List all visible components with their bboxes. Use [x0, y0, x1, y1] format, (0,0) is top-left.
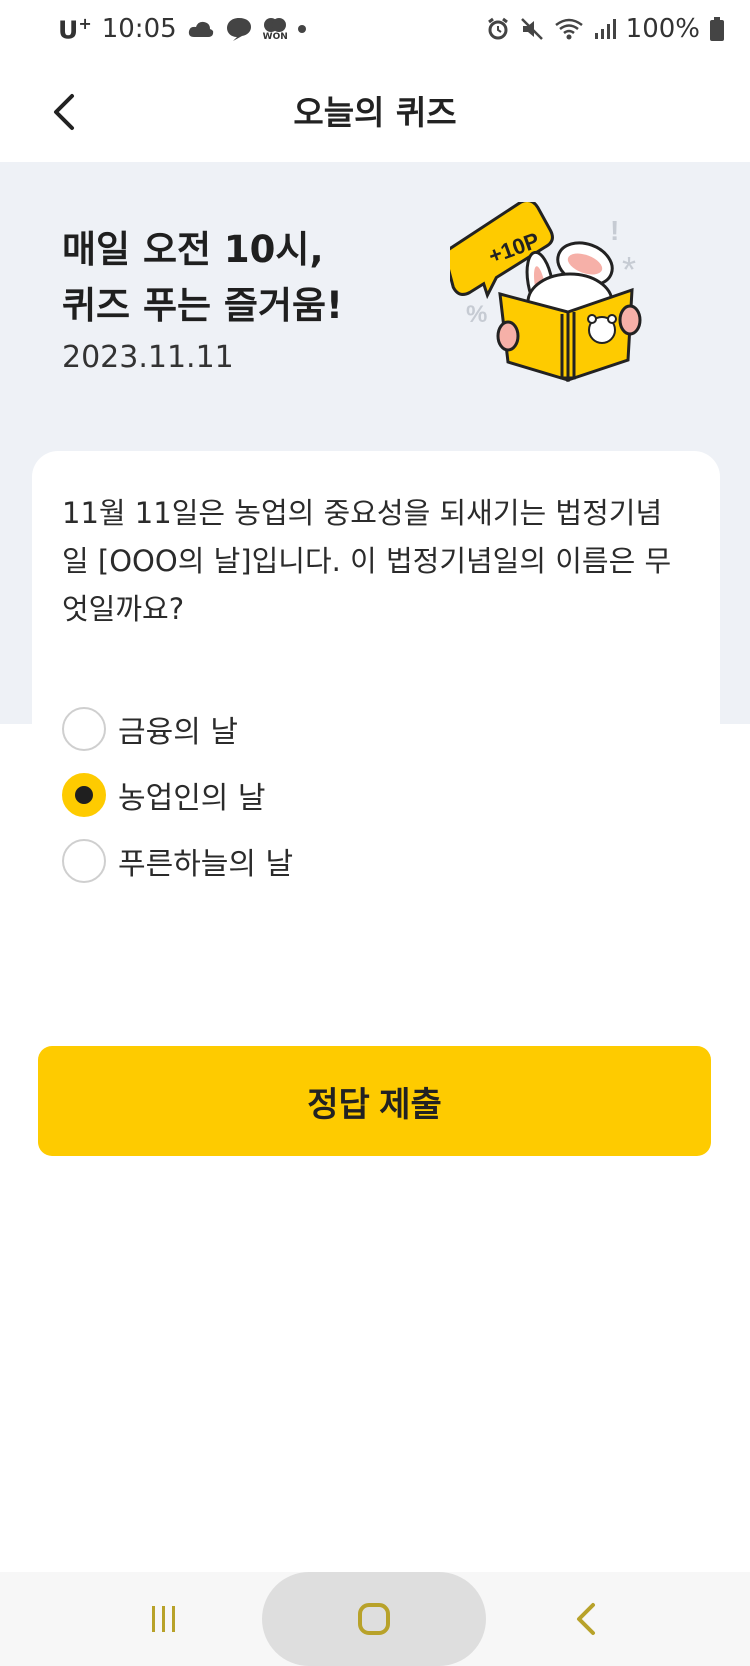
- wifi-icon: [554, 17, 584, 41]
- svg-text:!: !: [610, 215, 619, 246]
- recent-apps-icon: [152, 1606, 175, 1632]
- system-nav-bar: [0, 1572, 750, 1666]
- radio-button[interactable]: [62, 839, 106, 883]
- back-icon: [577, 1603, 595, 1635]
- alarm-icon: [486, 17, 510, 41]
- answer-option-1[interactable]: 금융의 날: [62, 696, 293, 762]
- signal-icon: [594, 18, 616, 40]
- svg-text:*: *: [622, 249, 636, 290]
- mute-icon: [520, 17, 544, 41]
- hero-title-line2: 퀴즈 푸는 즐거움!: [62, 284, 343, 327]
- nav-back-button[interactable]: [556, 1594, 616, 1644]
- answer-option-3[interactable]: 푸른하늘의 날: [62, 828, 293, 894]
- svg-text:%: %: [466, 301, 487, 328]
- won-icon: WON: [263, 17, 288, 42]
- status-left: U+ 10:05 WON: [58, 14, 306, 44]
- option-label: 금융의 날: [118, 715, 238, 750]
- dot-icon: [297, 25, 306, 34]
- home-button[interactable]: [344, 1594, 404, 1644]
- chat-bubble-icon: [225, 16, 253, 42]
- option-label: 농업인의 날: [118, 781, 266, 816]
- page-title: 오늘의 퀴즈: [293, 93, 457, 132]
- radio-button[interactable]: [62, 707, 106, 751]
- recent-apps-button[interactable]: [134, 1594, 194, 1644]
- battery-percent: 100%: [625, 14, 700, 44]
- hero-title: 매일 오전 10시, 퀴즈 푸는 즐거움!: [62, 222, 442, 334]
- home-icon: [358, 1603, 390, 1635]
- won-label: WON: [262, 31, 288, 42]
- hero-title-line1: 매일 오전 10시,: [62, 228, 324, 271]
- answer-option-2[interactable]: 농업인의 날: [62, 762, 293, 828]
- carrier-label: U+: [58, 14, 92, 45]
- submit-answer-button[interactable]: 정답 제출: [38, 1046, 711, 1156]
- clock: 10:05: [101, 14, 177, 45]
- radio-button-selected[interactable]: [62, 773, 106, 817]
- reading-rabbit-illustration: +10P ! * %: [442, 199, 700, 402]
- quiz-date: 2023.11.11: [62, 340, 234, 375]
- cloud-icon: [187, 19, 215, 39]
- app-header: 오늘의 퀴즈: [0, 64, 750, 162]
- battery-icon: [710, 17, 724, 41]
- answer-options: 금융의 날 농업인의 날 푸른하늘의 날: [62, 696, 293, 894]
- status-right: 100%: [486, 14, 724, 44]
- status-bar: U+ 10:05 WON 100%: [0, 0, 750, 64]
- option-label: 푸른하늘의 날: [118, 847, 294, 882]
- quiz-question: 11월 11일은 농업의 중요성을 되새기는 법정기념일 [OOO의 날]입니다…: [62, 496, 672, 626]
